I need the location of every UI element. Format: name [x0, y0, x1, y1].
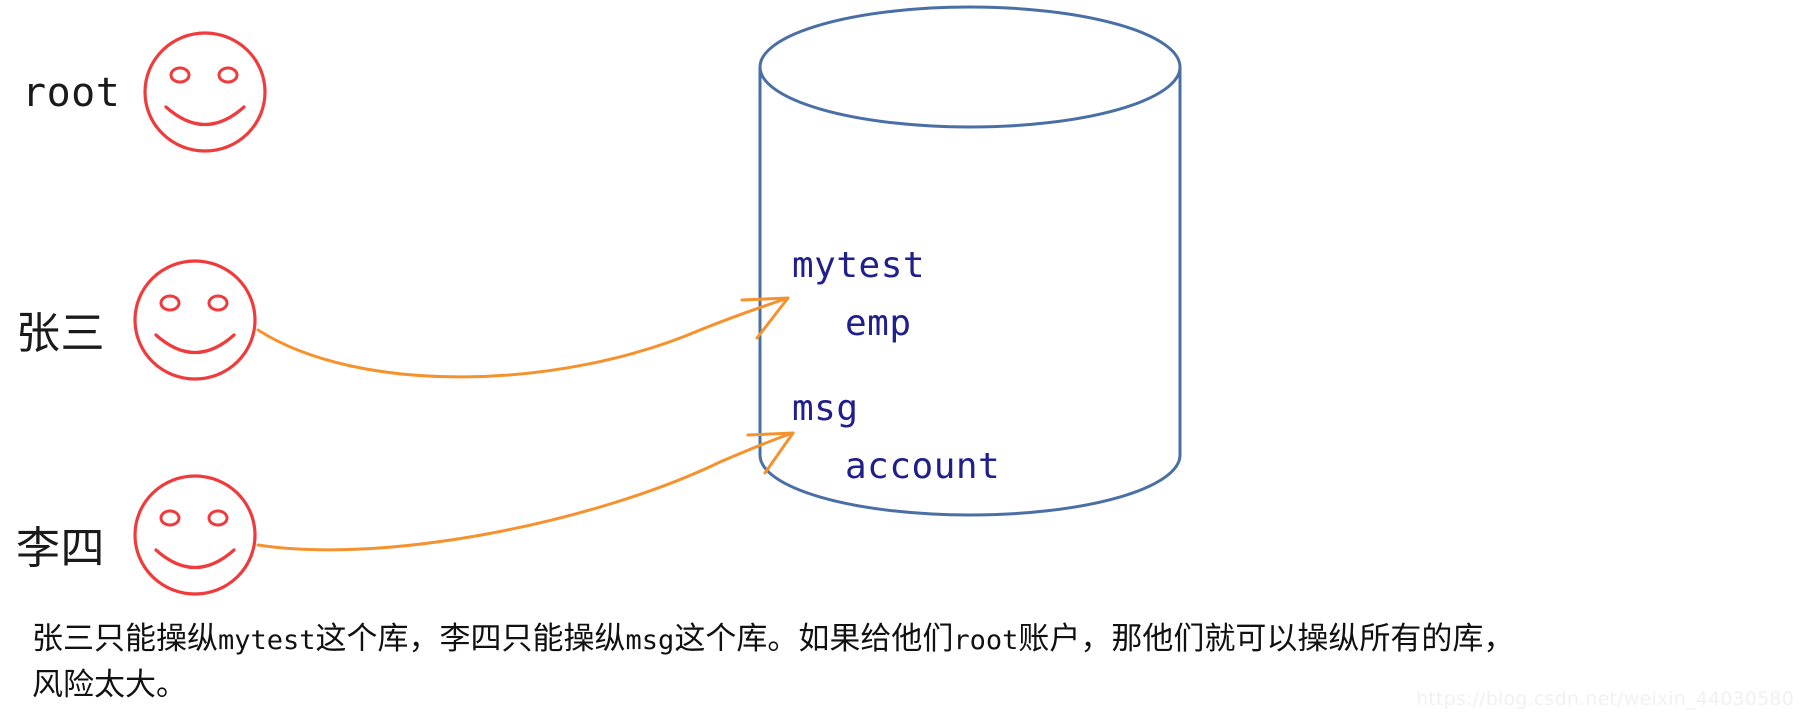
caption-db-msg: msg: [625, 625, 675, 656]
caption-seg-2: 这个库，李四只能操纵: [315, 621, 626, 657]
smiley-face-icon-zhangsan: [133, 259, 257, 381]
db-entry-msg: msg: [792, 388, 859, 429]
arrow-lisi-to-msg: [256, 431, 795, 552]
person-label-lisi: 李四: [16, 523, 105, 574]
smiley-face-icon-root: [143, 31, 267, 153]
db-entry-mytest: mytest: [792, 245, 926, 286]
db-entry-emp: emp: [845, 303, 912, 344]
person-label-root: root: [22, 70, 121, 116]
smiley-face-icon-lisi: [133, 474, 257, 596]
caption-seg-4: 账户，那他们就可以操纵所有的库，: [1018, 621, 1515, 657]
diagram-canvas: root 张三 李四 mytest emp msg account 张三只能操纵…: [0, 0, 1804, 718]
caption-user-root: root: [953, 625, 1019, 656]
caption-line-1: 张三只能操纵mytest这个库，李四只能操纵msg这个库。如果给他们root账户…: [32, 617, 1772, 663]
caption-seg-3: 这个库。如果给他们: [674, 621, 954, 657]
person-label-zhangsan: 张三: [16, 308, 105, 359]
diagram-vector-layer: [133, 5, 1182, 596]
db-entry-account: account: [845, 446, 1001, 487]
watermark-text: https://blog.csdn.net/weixin_44030580: [1416, 688, 1794, 710]
arrow-zhangsan-to-mytest: [256, 296, 790, 379]
caption-seg-1: 张三只能操纵: [32, 621, 218, 657]
caption-db-mytest: mytest: [218, 625, 316, 656]
